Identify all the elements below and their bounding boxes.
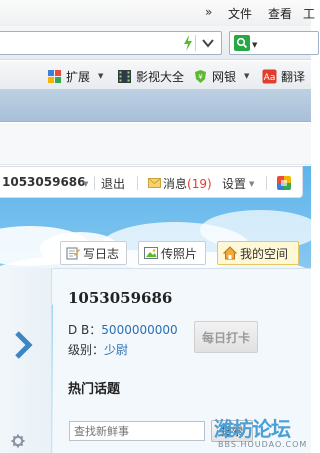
mail-icon[interactable] — [148, 178, 161, 188]
bank-button[interactable]: ¥ 网银 ▼ — [193, 67, 249, 85]
rank-label: 级别： — [68, 343, 105, 357]
search-engine-icon[interactable] — [234, 35, 250, 51]
write-blog-label: 写日志 — [83, 246, 120, 261]
user-id[interactable]: 1053059686 — [2, 175, 86, 189]
address-bar[interactable] — [0, 31, 222, 55]
profile-name[interactable]: 1053059686 — [68, 289, 172, 307]
bank-label: 网银 — [212, 69, 237, 84]
svg-text:Aa: Aa — [264, 73, 276, 83]
lightning-icon[interactable] — [181, 34, 195, 52]
movies-button[interactable]: 影视大全 — [117, 67, 184, 85]
home-icon — [222, 246, 238, 260]
translate-button[interactable]: Aa 翻译 — [262, 67, 305, 85]
caret-down-icon[interactable]: ▼ — [83, 180, 88, 188]
caret-down-icon[interactable]: ▼ — [252, 41, 257, 49]
svg-text:¥: ¥ — [198, 73, 203, 81]
my-space-button[interactable]: 我的空间 — [217, 241, 299, 265]
watermark-title-a: 潍坊 — [214, 417, 253, 441]
extensions-label: 扩展 — [66, 69, 91, 84]
checkin-button[interactable]: 每日打卡 — [194, 321, 258, 353]
divider — [137, 176, 138, 190]
extensions-icon — [47, 69, 62, 84]
logout-link[interactable]: 退出 — [101, 175, 125, 192]
address-separator — [195, 35, 196, 51]
caret-down-icon[interactable]: ▼ — [249, 180, 254, 188]
left-sidebar — [0, 268, 52, 453]
caret-down-icon[interactable]: ▼ — [98, 72, 103, 80]
pencil-note-icon — [66, 246, 80, 260]
page-gap — [0, 123, 311, 165]
watermark-title: 潍坊论坛 — [214, 413, 291, 442]
watermark-url: BBS.HOUDAO.COM — [218, 440, 308, 449]
forum-watermark: 潍坊论坛 BBS.HOUDAO.COM — [212, 413, 311, 453]
divider — [266, 176, 267, 190]
watermark-title-b: 论坛 — [252, 417, 291, 441]
db-row: D B：5000000000 — [68, 321, 178, 338]
db-value[interactable]: 5000000000 — [101, 323, 177, 337]
film-icon — [117, 69, 132, 84]
page-header-band — [0, 89, 311, 122]
messages-label: 消息 — [163, 177, 188, 191]
menu-view[interactable]: 查看 — [268, 5, 292, 22]
browser-toolbar: 扩展 ▼ 影视大全 ¥ 网银 ▼ Aa 翻译 — [0, 61, 311, 89]
translate-label: 翻译 — [281, 69, 306, 84]
my-space-label: 我的空间 — [240, 246, 289, 261]
messages-count: (19) — [187, 177, 212, 191]
caret-down-icon[interactable]: ▼ — [244, 72, 249, 80]
chevron-right-icon[interactable] — [13, 330, 33, 360]
bank-shield-icon: ¥ — [193, 69, 208, 84]
topic-search-input[interactable] — [69, 421, 205, 441]
chevron-down-icon[interactable] — [200, 34, 216, 52]
address-row: ▼ — [0, 26, 319, 60]
search-engine-box[interactable]: ▼ — [229, 31, 319, 55]
menu-file[interactable]: 文件 — [228, 5, 252, 22]
browser-menubar: » 文件 查看 工 — [0, 0, 315, 26]
upload-photo-label: 传照片 — [161, 246, 198, 261]
translate-icon: Aa — [262, 69, 277, 84]
menu-tools[interactable]: 工 — [303, 5, 315, 22]
db-label: D B： — [68, 323, 102, 337]
extensions-button[interactable]: 扩展 ▼ — [47, 67, 103, 85]
skin-palette-icon[interactable] — [277, 176, 291, 190]
movies-label: 影视大全 — [136, 69, 185, 84]
menu-overflow-chevron[interactable]: » — [205, 5, 212, 19]
write-blog-button[interactable]: 写日志 — [60, 241, 127, 265]
photo-icon — [144, 246, 158, 260]
hot-topics-heading: 热门话题 — [68, 382, 121, 397]
rank-value[interactable]: 少尉 — [104, 343, 128, 357]
gear-icon[interactable] — [11, 434, 25, 448]
divider — [94, 176, 95, 190]
upload-photo-button[interactable]: 传照片 — [138, 241, 206, 265]
messages-link[interactable]: 消息(19) — [163, 175, 212, 192]
user-bar: 1053059686 ▼ 退出 消息(19) 设置 ▼ — [0, 166, 303, 198]
settings-link[interactable]: 设置 — [222, 175, 246, 192]
rank-row: 级别：少尉 — [68, 341, 128, 358]
